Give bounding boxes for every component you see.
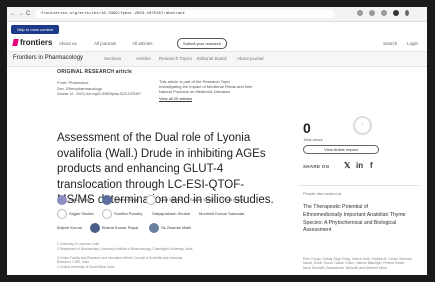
nav-all-articles[interactable]: All articles: [132, 41, 153, 46]
logo-icon: [12, 39, 19, 46]
journal-nav-articles[interactable]: Articles: [136, 56, 151, 61]
extension-icon[interactable]: [357, 10, 363, 16]
share-label: SHARE ON: [303, 164, 330, 169]
download-icon[interactable]: [381, 10, 387, 16]
affiliation: 3 Centre Facility and Research and Innov…: [57, 256, 183, 264]
journal-nav-about[interactable]: About journal: [237, 56, 264, 61]
submit-research-button[interactable]: Submit your research: [177, 38, 228, 49]
views-label: Total views: [303, 137, 323, 142]
author-name[interactable]: Kanti Bansal: [159, 195, 181, 205]
doi-line[interactable]: Volume 14 - 2023 | doi.org/10.3389/fphar…: [57, 92, 141, 96]
author-name[interactable]: Sunitha Pandey: [114, 209, 142, 219]
author-row: Nahia Sattar Shaesh Singh Kanti Bansal S…: [57, 195, 287, 209]
frontiers-logo[interactable]: frontiers: [12, 38, 53, 47]
article-type: ORIGINAL RESEARCH article: [57, 69, 132, 75]
affiliation: 2 Department of Biochemistry, University…: [57, 247, 193, 251]
author-avatar[interactable]: [102, 195, 112, 205]
author-avatar[interactable]: [57, 209, 67, 219]
author-row: Sajjan Shukla Sunitha Pandey Satyaprakas…: [57, 209, 287, 223]
journal-name[interactable]: Frontiers in Pharmacology: [13, 55, 83, 61]
affiliation: 1 University of Lucknow, India: [57, 242, 100, 246]
back-icon[interactable]: ←: [10, 10, 16, 18]
linkedin-share-icon[interactable]: in: [356, 161, 363, 170]
profile-icon[interactable]: [393, 10, 399, 16]
related-article-authors: Ebru Fuzgu, Gökay Özgü Ertaş, Hatıce Hal…: [303, 257, 412, 270]
author-avatar[interactable]: [146, 195, 156, 205]
journal-citation: Front. Pharmacol.: [57, 80, 89, 85]
author-name[interactable]: Brijesh Kumar: [57, 223, 82, 233]
author-name[interactable]: Vinod Kumar: [222, 195, 245, 205]
people-also-looked-label: People also looked at: [303, 191, 342, 196]
author-name[interactable]: Satyaprakash Shukla: [152, 209, 190, 219]
impact-ring: ↑: [353, 116, 372, 135]
nav-about-us[interactable]: About us: [59, 41, 77, 46]
author-name[interactable]: Shaesh Singh: [114, 195, 139, 205]
section-name[interactable]: Sec. Ethnopharmacology: [57, 86, 102, 91]
affiliation: 4 Central University of South Bihar, Ind…: [57, 265, 115, 269]
author-avatar[interactable]: [57, 195, 67, 205]
journal-nav-research-topics[interactable]: Research Topics: [159, 56, 192, 61]
research-topic-name-cont[interactable]: Natural Products on Metabolic Diseases: [159, 89, 254, 94]
author-name[interactable]: Sk Zawmia Malik: [161, 223, 191, 233]
view-all-articles-link[interactable]: View all 20 articles: [159, 96, 254, 101]
author-name[interactable]: Nahia Sattar: [69, 195, 91, 205]
author-name[interactable]: Bharat Kumar Rapal: [102, 223, 138, 233]
skip-link[interactable]: Skip to main content: [11, 25, 60, 34]
view-article-impact-button[interactable]: View Article Impact: [303, 145, 379, 154]
browser-toolbar: ← → C frontiersin.org/articles/10.3389/f…: [7, 7, 427, 22]
author-row: Brijesh Kumar Bharat Kumar Rapal Sk Zawm…: [57, 223, 287, 237]
views-count: 0: [303, 120, 311, 136]
author-name[interactable]: Monhinit Kumar Samadar: [199, 209, 244, 219]
facebook-share-icon[interactable]: f: [370, 161, 373, 170]
logo-text: frontiers: [20, 38, 53, 47]
nav-all-journals[interactable]: All journals: [94, 41, 116, 46]
journal-nav-sections[interactable]: Sections: [104, 56, 121, 61]
author-name[interactable]: Salaby Sahid: [190, 195, 214, 205]
author-name[interactable]: Sajjan Shukla: [69, 209, 93, 219]
x-share-icon[interactable]: 𝕏: [344, 161, 350, 170]
login-link[interactable]: Login: [407, 41, 418, 46]
menu-icon[interactable]: [405, 10, 409, 16]
star-icon[interactable]: [369, 10, 375, 16]
related-article-title[interactable]: The Therapeutic Potential of Ethnomedici…: [303, 204, 407, 235]
journal-nav-editorial-board[interactable]: Editorial Board: [197, 56, 227, 61]
author-avatar[interactable]: [149, 223, 159, 233]
author-avatar[interactable]: [102, 209, 112, 219]
search-link[interactable]: Search: [383, 41, 397, 46]
address-bar[interactable]: frontiersin.org/articles/10.3389/fphar.2…: [35, 10, 335, 18]
browser-window: ← → C frontiersin.org/articles/10.3389/f…: [7, 7, 427, 275]
author-avatar[interactable]: [90, 223, 100, 233]
forward-icon[interactable]: →: [18, 10, 24, 18]
reload-icon[interactable]: C: [26, 10, 30, 18]
divider: [299, 185, 419, 186]
arrow-up-icon: ↑: [361, 122, 364, 128]
